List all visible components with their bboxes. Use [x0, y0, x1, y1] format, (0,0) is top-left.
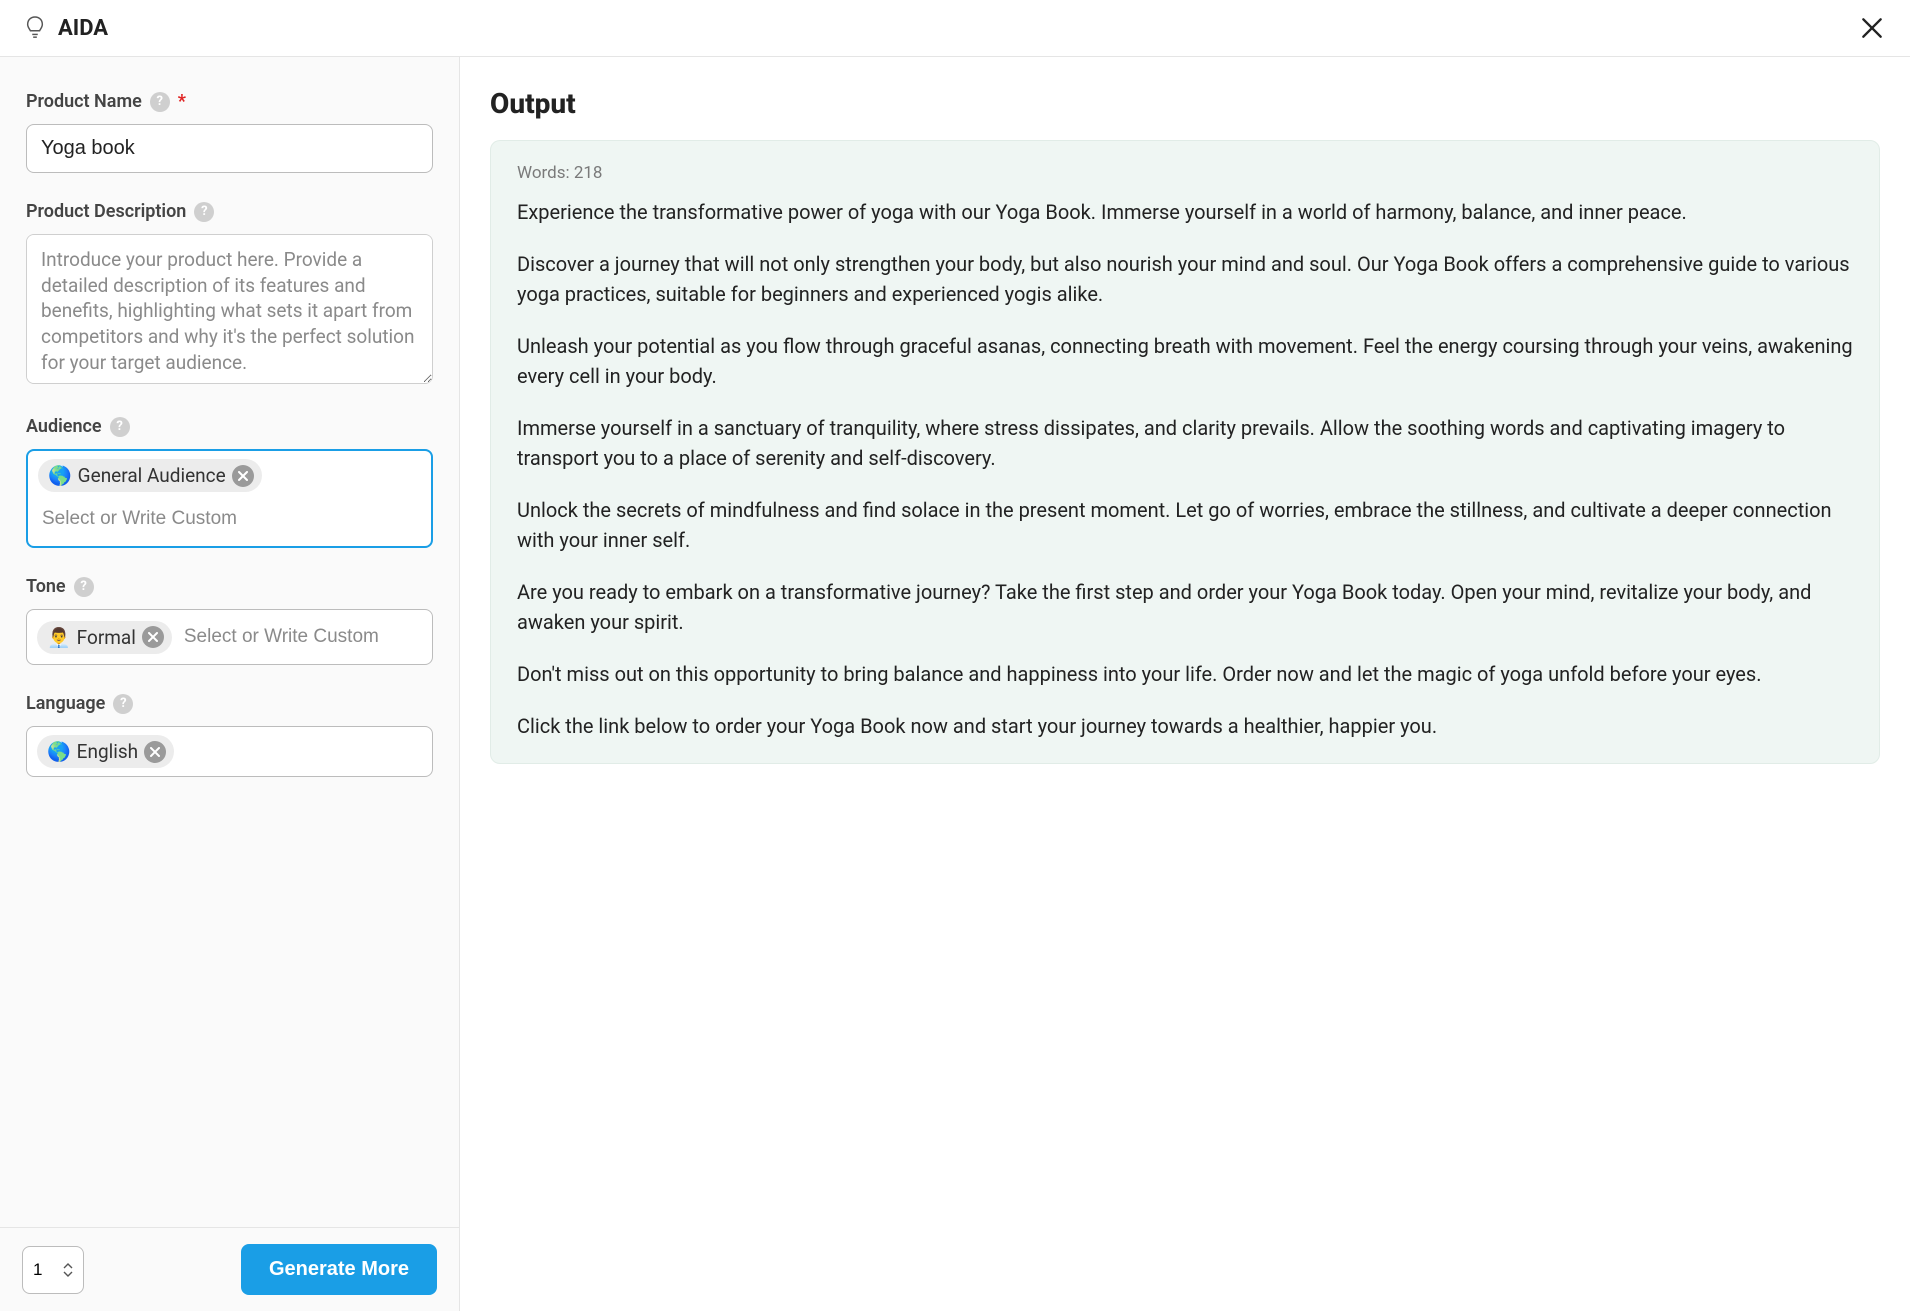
output-paragraph: Immerse yourself in a sanctuary of tranq… [517, 413, 1853, 473]
remove-chip-button[interactable] [144, 741, 166, 763]
product-description-field: Product Description ? [26, 201, 433, 388]
person-icon: 👨‍💼 [47, 626, 71, 649]
tone-field: Tone ? 👨‍💼 Formal [26, 576, 433, 665]
output-paragraph: Are you ready to embark on a transformat… [517, 577, 1853, 637]
tone-chip[interactable]: 👨‍💼 Formal [37, 621, 172, 654]
tone-text-input[interactable] [180, 618, 422, 656]
product-name-label: Product Name [26, 91, 142, 112]
audience-field: Audience ? 🌎 General Audience [26, 416, 433, 548]
output-paragraph: Click the link below to order your Yoga … [517, 711, 1853, 741]
form-footer: Generate More [0, 1227, 459, 1311]
audience-chip[interactable]: 🌎 General Audience [38, 459, 262, 492]
help-icon[interactable]: ? [113, 694, 133, 714]
language-chip[interactable]: 🌎 English [37, 735, 174, 768]
language-chip-label: English [77, 740, 138, 763]
output-card: Words: 218 Experience the transformative… [490, 140, 1880, 764]
audience-input[interactable]: 🌎 General Audience [26, 449, 433, 548]
globe-icon: 🌎 [47, 740, 71, 763]
page-title: AIDA [58, 16, 108, 41]
help-icon[interactable]: ? [74, 577, 94, 597]
audience-chip-label: General Audience [78, 464, 226, 487]
product-name-field: Product Name ? * [26, 91, 433, 173]
quantity-input[interactable] [33, 1260, 61, 1280]
output-paragraph: Experience the transformative power of y… [517, 197, 1853, 227]
help-icon[interactable]: ? [194, 202, 214, 222]
tone-chip-label: Formal [77, 626, 136, 649]
stepper-arrows[interactable] [63, 1262, 73, 1278]
product-description-label: Product Description [26, 201, 186, 222]
globe-icon: 🌎 [48, 464, 72, 487]
output-text: Experience the transformative power of y… [517, 197, 1853, 741]
close-button[interactable] [1858, 14, 1886, 42]
output-paragraph: Unlock the secrets of mindfulness and fi… [517, 495, 1853, 555]
lightbulb-icon [24, 15, 46, 41]
help-icon[interactable]: ? [150, 92, 170, 112]
audience-label: Audience [26, 416, 102, 437]
form-panel: Product Name ? * Product Description ? A… [0, 57, 460, 1311]
remove-chip-button[interactable] [142, 626, 164, 648]
word-count: Words: 218 [517, 163, 1853, 183]
product-description-input[interactable] [26, 234, 433, 384]
tone-label: Tone [26, 576, 66, 597]
language-field: Language ? 🌎 English [26, 693, 433, 777]
output-title: Output [490, 87, 1880, 120]
output-panel: Output Words: 218 Experience the transfo… [460, 57, 1910, 1311]
language-label: Language [26, 693, 105, 714]
product-name-input[interactable] [26, 124, 433, 173]
remove-chip-button[interactable] [232, 465, 254, 487]
tone-input[interactable]: 👨‍💼 Formal [26, 609, 433, 665]
audience-text-input[interactable] [38, 500, 421, 538]
output-paragraph: Discover a journey that will not only st… [517, 249, 1853, 309]
output-paragraph: Don't miss out on this opportunity to br… [517, 659, 1853, 689]
generate-button[interactable]: Generate More [241, 1244, 437, 1295]
language-input[interactable]: 🌎 English [26, 726, 433, 777]
output-paragraph: Unleash your potential as you flow throu… [517, 331, 1853, 391]
header: AIDA [0, 0, 1910, 57]
required-indicator: * [178, 91, 186, 112]
help-icon[interactable]: ? [110, 417, 130, 437]
quantity-stepper[interactable] [22, 1246, 84, 1294]
